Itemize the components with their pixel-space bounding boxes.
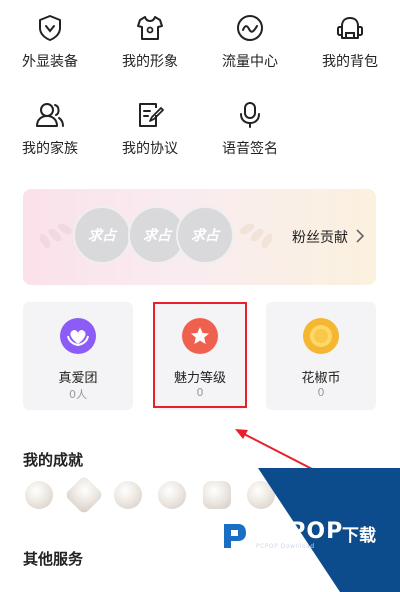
- watermark-cn: 下载: [342, 526, 376, 546]
- watermark-brand: PCPOP: [255, 519, 344, 544]
- watermark-sub: PCPOP Download: [256, 543, 315, 550]
- watermark-background: [214, 468, 400, 592]
